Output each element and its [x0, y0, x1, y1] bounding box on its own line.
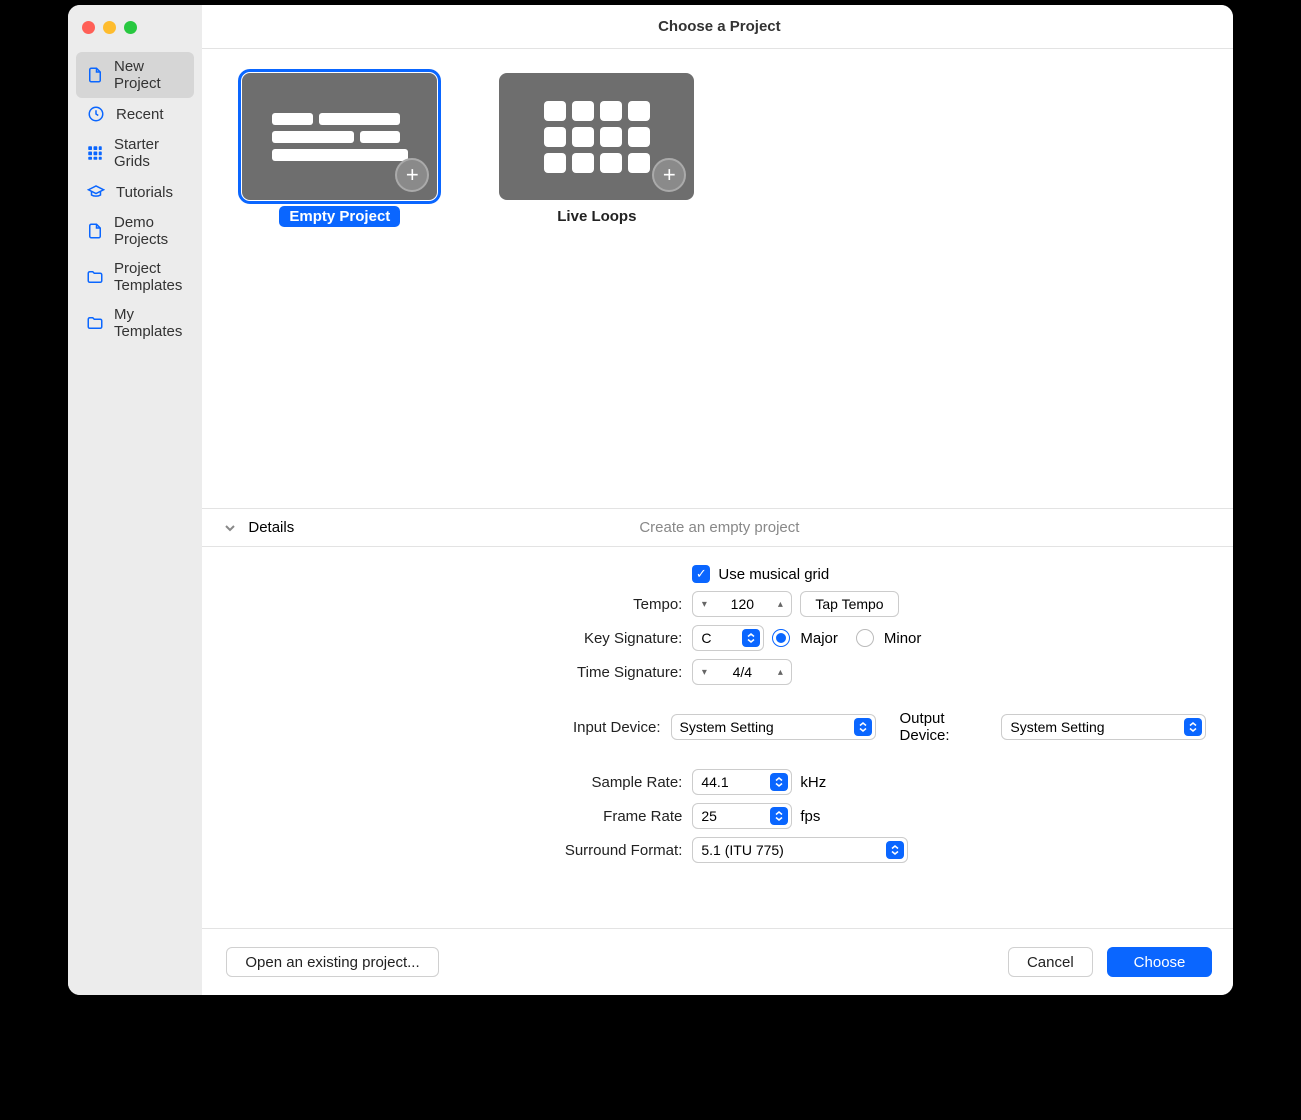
sample-rate-unit: kHz: [800, 774, 826, 791]
sample-rate-label: Sample Rate:: [232, 774, 692, 791]
frame-rate-label: Frame Rate: [232, 808, 692, 825]
cancel-button[interactable]: Cancel: [1008, 947, 1093, 977]
disclosure-triangle[interactable]: [222, 520, 238, 536]
template-label: Live Loops: [547, 206, 646, 227]
sidebar-item-label: My Templates: [114, 306, 184, 340]
details-form: ✓ Use musical grid Tempo: ▾ 120 ▴ Tap Te…: [202, 547, 1233, 928]
updown-icon: [1184, 718, 1202, 736]
surround-format-label: Surround Format:: [232, 842, 692, 859]
stepper-down-icon[interactable]: ▾: [693, 599, 715, 610]
sidebar-item-label: Project Templates: [114, 260, 184, 294]
tap-tempo-button[interactable]: Tap Tempo: [800, 591, 898, 617]
updown-icon: [770, 773, 788, 791]
document-icon: [86, 65, 104, 85]
use-musical-grid-label: Use musical grid: [718, 566, 829, 583]
window-title: Choose a Project: [202, 5, 1233, 49]
updown-icon: [742, 629, 760, 647]
time-signature-label: Time Signature:: [232, 664, 692, 681]
minor-label: Minor: [884, 630, 922, 647]
major-label: Major: [800, 630, 838, 647]
sidebar-item-label: New Project: [114, 58, 184, 92]
close-window-button[interactable]: [82, 21, 95, 34]
footer: Open an existing project... Cancel Choos…: [202, 928, 1233, 995]
sidebar-item-label: Starter Grids: [114, 136, 184, 170]
updown-icon: [770, 807, 788, 825]
time-signature-stepper[interactable]: ▾ 4/4 ▴: [692, 659, 792, 685]
tempo-stepper[interactable]: ▾ 120 ▴: [692, 591, 792, 617]
updown-icon: [886, 841, 904, 859]
output-device-label: Output Device:: [900, 710, 994, 744]
updown-icon: [854, 718, 872, 736]
stepper-up-icon[interactable]: ▴: [769, 667, 791, 678]
output-device-select[interactable]: System Setting: [1001, 714, 1206, 740]
use-musical-grid-checkbox[interactable]: ✓: [692, 565, 710, 583]
stepper-up-icon[interactable]: ▴: [769, 599, 791, 610]
template-live-loops[interactable]: + Live Loops: [499, 73, 694, 484]
template-label: Empty Project: [279, 206, 400, 227]
main-content: Choose a Project + Empty Project: [202, 5, 1233, 995]
major-radio[interactable]: [772, 629, 790, 647]
sidebar-item-new-project[interactable]: New Project: [76, 52, 194, 98]
folder-icon: [86, 267, 104, 287]
tempo-value[interactable]: 120: [715, 596, 769, 612]
window-title-text: Choose a Project: [658, 18, 781, 35]
sidebar-item-label: Tutorials: [116, 184, 173, 201]
sidebar-item-my-templates[interactable]: My Templates: [76, 300, 194, 346]
key-signature-select[interactable]: C: [692, 625, 764, 651]
document-icon: [86, 221, 104, 241]
template-empty-project[interactable]: + Empty Project: [242, 73, 437, 484]
template-thumbnail: +: [499, 73, 694, 200]
frame-rate-select[interactable]: 25: [692, 803, 792, 829]
sidebar: New Project Recent Starter Grids Tutoria…: [68, 5, 202, 995]
stepper-down-icon[interactable]: ▾: [693, 667, 715, 678]
input-device-label: Input Device:: [232, 719, 670, 736]
sidebar-item-recent[interactable]: Recent: [76, 98, 194, 130]
frame-rate-unit: fps: [800, 808, 820, 825]
time-signature-value[interactable]: 4/4: [715, 664, 769, 680]
sidebar-item-label: Demo Projects: [114, 214, 184, 248]
project-chooser-window: New Project Recent Starter Grids Tutoria…: [68, 5, 1233, 995]
details-subtitle: Create an empty project: [202, 519, 1233, 536]
zoom-window-button[interactable]: [124, 21, 137, 34]
details-title: Details: [248, 519, 294, 536]
tempo-label: Tempo:: [232, 596, 692, 613]
open-existing-project-button[interactable]: Open an existing project...: [226, 947, 438, 977]
template-thumbnail: +: [242, 73, 437, 200]
clock-icon: [86, 104, 106, 124]
details-header: Details Create an empty project: [202, 509, 1233, 547]
sidebar-item-starter-grids[interactable]: Starter Grids: [76, 130, 194, 176]
sidebar-item-tutorials[interactable]: Tutorials: [76, 176, 194, 208]
grid-icon: [86, 143, 104, 163]
surround-format-select[interactable]: 5.1 (ITU 775): [692, 837, 908, 863]
sample-rate-select[interactable]: 44.1: [692, 769, 792, 795]
input-device-select[interactable]: System Setting: [671, 714, 876, 740]
plus-icon: +: [652, 158, 686, 192]
sidebar-item-label: Recent: [116, 106, 164, 123]
graduation-cap-icon: [86, 182, 106, 202]
sidebar-item-project-templates[interactable]: Project Templates: [76, 254, 194, 300]
sidebar-item-demo-projects[interactable]: Demo Projects: [76, 208, 194, 254]
folder-icon: [86, 313, 104, 333]
plus-icon: +: [395, 158, 429, 192]
template-gallery: + Empty Project + Live Loops: [202, 49, 1233, 509]
key-signature-label: Key Signature:: [232, 630, 692, 647]
choose-button[interactable]: Choose: [1107, 947, 1213, 977]
minor-radio[interactable]: [856, 629, 874, 647]
window-controls: [76, 17, 194, 52]
minimize-window-button[interactable]: [103, 21, 116, 34]
